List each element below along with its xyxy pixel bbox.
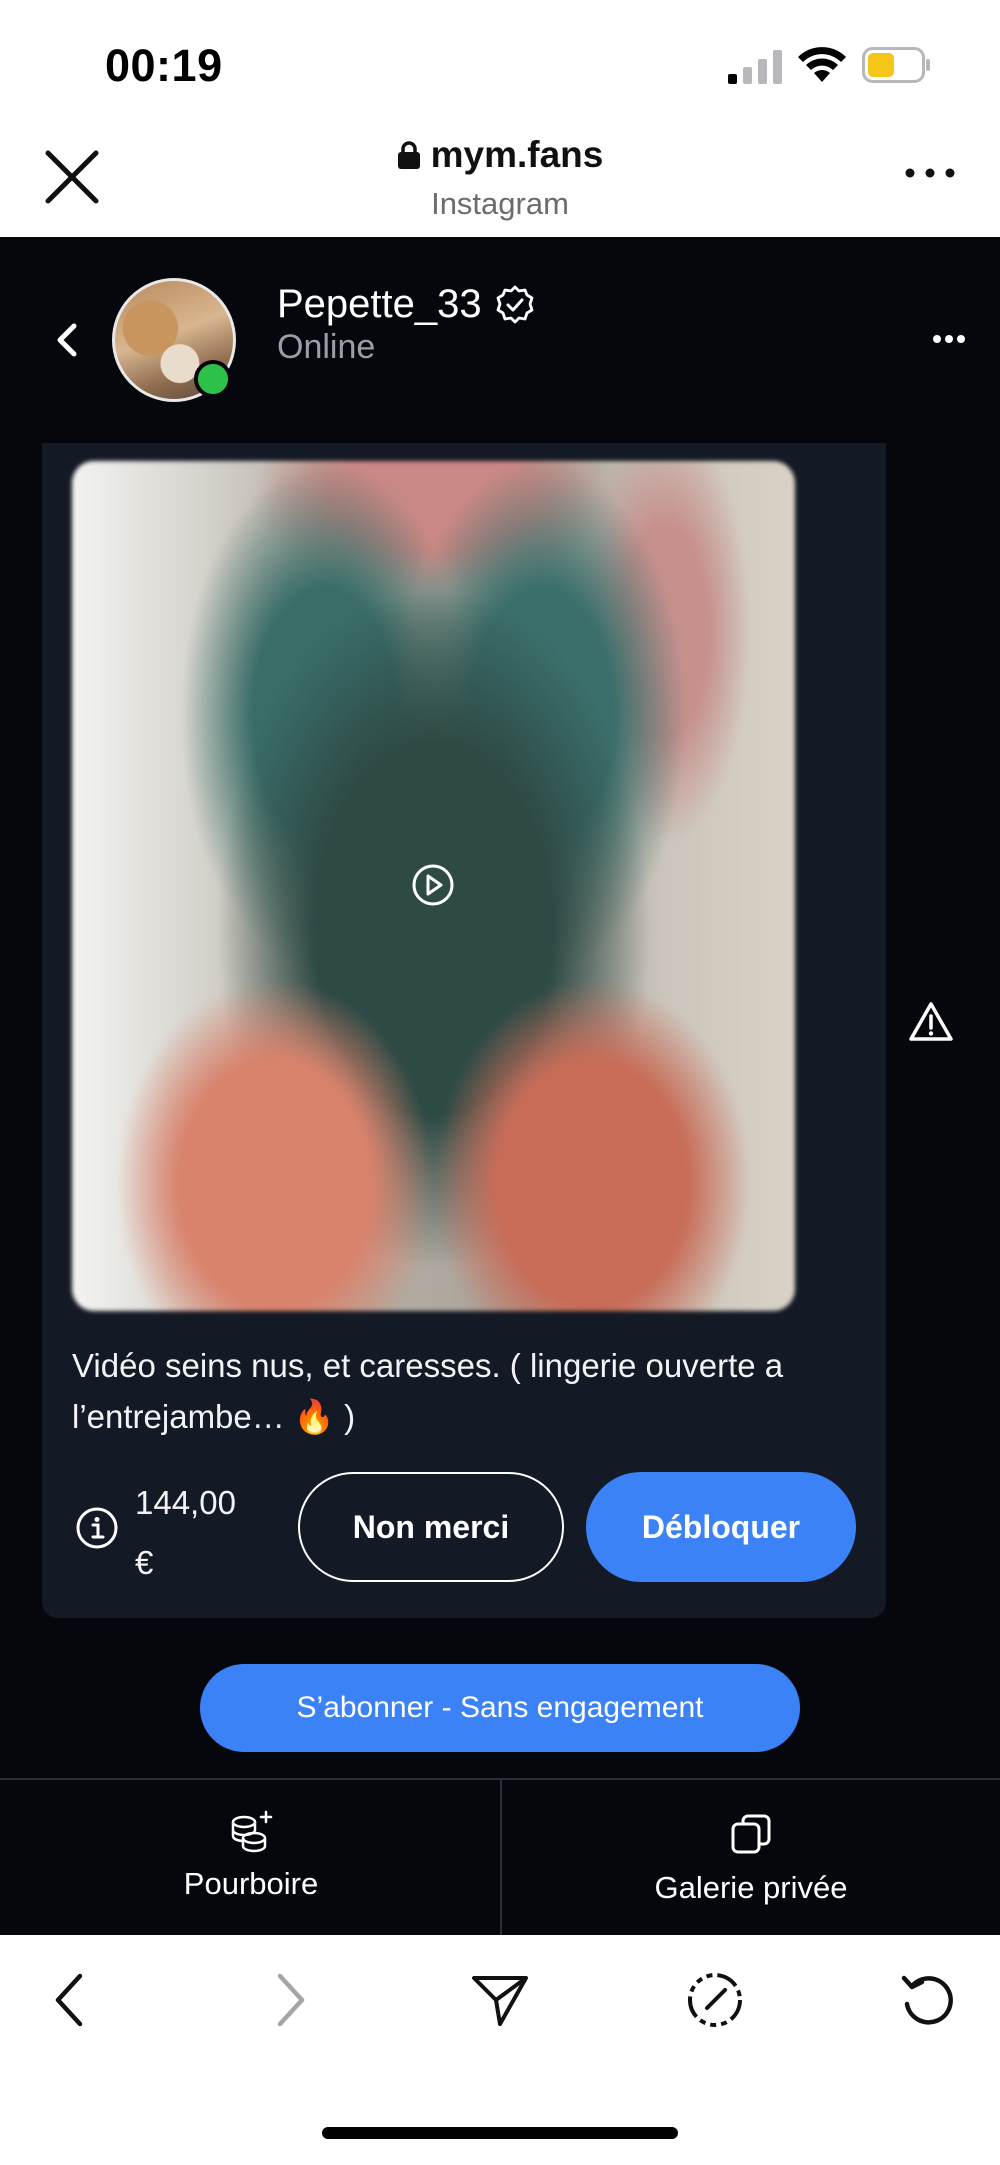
- back-chevron-icon[interactable]: [50, 320, 86, 360]
- tab-private-gallery[interactable]: Galerie privée: [502, 1780, 1000, 1935]
- address-bar[interactable]: mym.fans Instagram: [300, 134, 700, 222]
- play-icon[interactable]: [410, 862, 456, 908]
- decline-button[interactable]: Non merci: [298, 1472, 564, 1582]
- tab-tip[interactable]: Pourboire: [2, 1780, 500, 1935]
- close-icon[interactable]: [40, 145, 104, 209]
- chat-more-icon[interactable]: [932, 332, 966, 346]
- nav-forward-icon[interactable]: [258, 1970, 318, 2030]
- price-currency: €: [135, 1544, 154, 1581]
- tab-private-gallery-label: Galerie privée: [654, 1870, 848, 1905]
- share-send-icon[interactable]: [470, 1970, 530, 2030]
- profile-status: Online: [277, 328, 376, 366]
- price: 144,00 €: [135, 1473, 255, 1593]
- verified-badge-icon: [496, 285, 534, 323]
- cellular-signal-icon: [728, 50, 782, 84]
- unlock-button[interactable]: Débloquer: [586, 1472, 856, 1582]
- profile-name[interactable]: Pepette_33: [277, 282, 536, 327]
- home-indicator: [322, 2127, 678, 2139]
- info-icon[interactable]: [75, 1506, 119, 1550]
- coins-plus-icon: [231, 1810, 273, 1853]
- wifi-icon: [798, 47, 846, 82]
- status-time: 00:19: [105, 40, 223, 91]
- tab-tip-label: Pourboire: [183, 1866, 319, 1901]
- username-text: Pepette_33: [277, 282, 482, 326]
- browser-more-icon[interactable]: [900, 158, 960, 188]
- subscribe-button[interactable]: S’abonner - Sans engagement: [200, 1664, 800, 1752]
- nav-back-icon[interactable]: [42, 1970, 102, 2030]
- battery-icon: [862, 47, 930, 83]
- gallery-copy-icon: [731, 1814, 771, 1854]
- price-amount: 144,00: [135, 1484, 236, 1521]
- warning-icon[interactable]: [908, 1001, 954, 1043]
- url-domain: mym.fans: [430, 134, 604, 175]
- url-subtitle: Instagram: [431, 186, 569, 221]
- message-caption: Vidéo seins nus, et caresses. ( lingerie…: [72, 1347, 784, 1435]
- reload-icon[interactable]: [898, 1970, 958, 2030]
- compass-dashed-icon[interactable]: [685, 1970, 745, 2030]
- online-indicator: [194, 360, 232, 398]
- lock-icon: [397, 141, 420, 169]
